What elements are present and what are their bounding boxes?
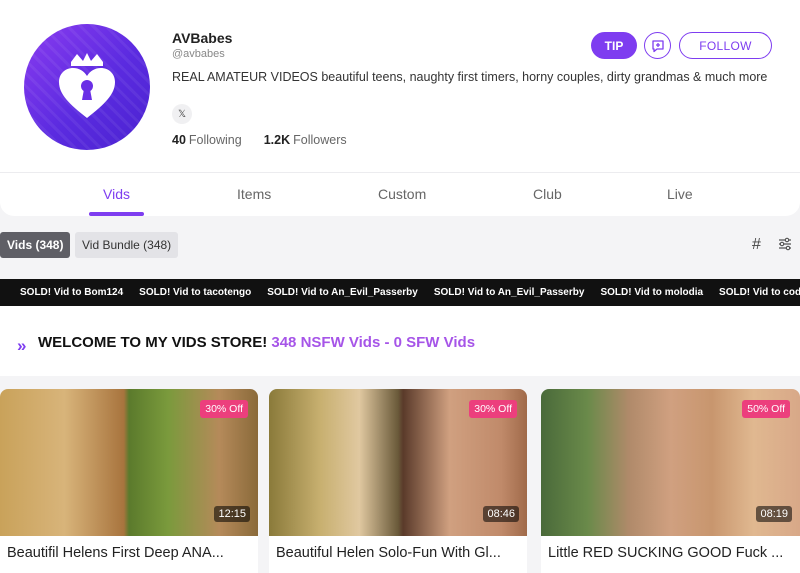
duration-badge: 12:15: [214, 506, 250, 522]
duration-badge: 08:46: [483, 506, 519, 522]
video-title[interactable]: Beautiful Helen Solo-Fun With Gl...: [276, 545, 521, 561]
tab-vids[interactable]: Vids: [103, 186, 130, 202]
tip-button[interactable]: TIP: [591, 32, 637, 59]
hashtag-icon[interactable]: #: [752, 236, 761, 254]
message-plus-icon: [651, 39, 664, 52]
profile-header: AVBabes @avbabes REAL AMATEUR VIDEOS bea…: [0, 0, 800, 216]
video-card[interactable]: 30% Off 08:46 Beautiful Helen Solo-Fun W…: [269, 389, 527, 573]
followers-count: 1.2K: [263, 133, 291, 147]
active-tab-indicator: [89, 212, 144, 216]
x-icon[interactable]: 𝕏: [172, 104, 192, 124]
video-card[interactable]: 50% Off 08:19 Little RED SUCKING GOOD Fu…: [541, 389, 800, 573]
following-count: 40: [172, 133, 186, 147]
profile-stats: 40 Following 1.2K Followers: [172, 133, 347, 147]
profile-handle: @avbabes: [172, 48, 225, 60]
tab-club[interactable]: Club: [533, 186, 562, 202]
ticker-item: SOLD! Vid to An_Evil_Passerby: [433, 287, 585, 298]
ticker-item: SOLD! Vid to Bom124: [20, 287, 124, 298]
heart-lock-logo-icon: [59, 53, 115, 118]
followers-stat[interactable]: 1.2K Followers: [264, 133, 347, 147]
tabs-divider: [0, 172, 800, 173]
tab-items[interactable]: Items: [237, 186, 271, 202]
tab-live[interactable]: Live: [667, 186, 693, 202]
sliders-icon[interactable]: [778, 237, 792, 251]
sales-ticker: SOLD! Vid to Bom124 SOLD! Vid to tacoten…: [0, 279, 800, 306]
welcome-banner: » WELCOME TO MY VIDS STORE! 348 NSFW Vid…: [0, 306, 800, 376]
profile-name: AVBabes: [172, 30, 233, 46]
following-label: Following: [188, 133, 242, 147]
filter-vid-bundle[interactable]: Vid Bundle (348): [75, 232, 179, 258]
video-title[interactable]: Beautifil Helens First Deep ANA...: [7, 545, 252, 561]
welcome-counts: 348 NSFW Vids - 0 SFW Vids: [271, 334, 476, 351]
double-chevron-icon: »: [17, 336, 27, 355]
discount-badge: 30% Off: [469, 400, 517, 418]
video-title[interactable]: Little RED SUCKING GOOD Fuck ...: [548, 545, 793, 561]
follow-button[interactable]: FOLLOW: [679, 32, 772, 59]
avatar[interactable]: [24, 24, 150, 150]
followers-label: Followers: [293, 133, 347, 147]
welcome-heading: WELCOME TO MY VIDS STORE! 348 NSFW Vids …: [38, 334, 475, 351]
welcome-title: WELCOME TO MY VIDS STORE!: [38, 334, 268, 351]
ticker-item: SOLD! Vid to codyrhodes: [719, 287, 800, 298]
following-stat[interactable]: 40 Following: [172, 133, 242, 147]
discount-badge: 50% Off: [742, 400, 790, 418]
message-button[interactable]: [644, 32, 671, 59]
ticker-item: SOLD! Vid to molodia: [600, 287, 704, 298]
tab-custom[interactable]: Custom: [378, 186, 426, 202]
profile-bio: REAL AMATEUR VIDEOS beautiful teens, nau…: [172, 70, 768, 84]
discount-badge: 30% Off: [200, 400, 248, 418]
video-card[interactable]: 30% Off 12:15 Beautifil Helens First Dee…: [0, 389, 258, 573]
ticker-item: SOLD! Vid to An_Evil_Passerby: [267, 287, 418, 298]
ticker-item: SOLD! Vid to tacotengo: [139, 287, 252, 298]
duration-badge: 08:19: [756, 506, 792, 522]
filter-vids[interactable]: Vids (348): [0, 232, 71, 258]
